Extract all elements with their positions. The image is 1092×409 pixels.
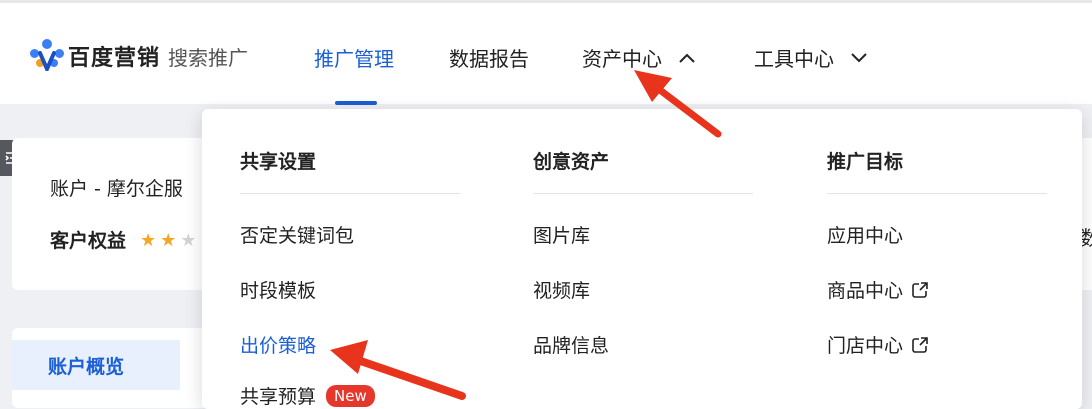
menu-item-image-library[interactable]: 图片库 bbox=[533, 221, 590, 248]
menu-item-negative-keyword-pack[interactable]: 否定关键词包 bbox=[240, 221, 354, 248]
menu-item-store-center[interactable]: 门店中心 bbox=[827, 331, 929, 358]
menu-item-label: 时段模板 bbox=[240, 280, 317, 302]
star-icon: ★ bbox=[140, 229, 157, 251]
menu-item-label: 共享预算 bbox=[240, 386, 317, 408]
nav-tool-center[interactable]: 工具中心 bbox=[754, 43, 868, 72]
baidu-marketing-logo[interactable]: 百度营销 搜索推广 bbox=[30, 39, 248, 73]
menu-item-bid-strategy[interactable]: 出价策略 bbox=[240, 331, 316, 358]
column-divider bbox=[240, 193, 460, 194]
menu-item-label: 出价策略 bbox=[240, 335, 317, 357]
external-link-icon bbox=[912, 336, 928, 353]
menu-item-time-template[interactable]: 时段模板 bbox=[240, 276, 316, 303]
column-title: 共享设置 bbox=[240, 151, 317, 173]
menu-item-label: 视频库 bbox=[533, 280, 591, 302]
star-icon: ★ bbox=[180, 229, 197, 251]
nav-asset-center[interactable]: 资产中心 bbox=[582, 43, 696, 72]
asset-center-dropdown: 共享设置 否定关键词包 时段模板 出价策略 共享预算 New 创意资产 图片库 … bbox=[202, 109, 1082, 409]
logo-text: 百度营销 bbox=[68, 46, 161, 71]
chevron-down-icon bbox=[851, 52, 867, 62]
star-icon: ★ bbox=[160, 229, 177, 251]
menu-item-label: 门店中心 bbox=[827, 335, 904, 357]
menu-item-label: 商品中心 bbox=[827, 280, 904, 302]
nav-label: 工具中心 bbox=[754, 47, 834, 71]
column-divider bbox=[827, 193, 1047, 194]
customer-rights-label: 客户权益 bbox=[50, 230, 127, 252]
chevron-up-icon bbox=[679, 53, 695, 63]
sidebar-item-account-overview[interactable]: 账户概览 bbox=[12, 340, 180, 390]
menu-item-video-library[interactable]: 视频库 bbox=[533, 276, 590, 303]
column-divider bbox=[533, 193, 753, 194]
menu-item-shared-budget[interactable]: 共享预算 New bbox=[240, 382, 375, 409]
column-title: 创意资产 bbox=[533, 151, 610, 173]
account-name: 账户 - 摩尔企服 bbox=[50, 178, 183, 200]
menu-item-app-center[interactable]: 应用中心 bbox=[827, 221, 903, 248]
nav-label: 数据报告 bbox=[449, 47, 529, 71]
nav-data-report[interactable]: 数据报告 bbox=[449, 43, 529, 72]
menu-item-product-center[interactable]: 商品中心 bbox=[827, 276, 929, 303]
active-nav-indicator bbox=[335, 101, 377, 105]
nav-promotion-management[interactable]: 推广管理 bbox=[314, 43, 394, 72]
menu-item-label: 否定关键词包 bbox=[240, 225, 355, 247]
menu-item-label: 品牌信息 bbox=[533, 335, 610, 357]
new-badge: New bbox=[326, 384, 375, 407]
nav-label: 推广管理 bbox=[314, 47, 394, 71]
rights-stars: ★ ★ ★ bbox=[136, 229, 196, 251]
top-navigation-bar: 百度营销 搜索推广 推广管理 数据报告 资产中心 工具中心 bbox=[0, 0, 1092, 105]
column-title: 推广目标 bbox=[827, 151, 904, 173]
external-link-icon bbox=[912, 281, 928, 298]
menu-item-label: 应用中心 bbox=[827, 225, 904, 247]
menu-item-brand-info[interactable]: 品牌信息 bbox=[533, 331, 609, 358]
sidebar-item-label: 账户概览 bbox=[48, 355, 125, 378]
product-name: 搜索推广 bbox=[168, 45, 249, 70]
logo-mark-icon bbox=[30, 39, 64, 73]
nav-label: 资产中心 bbox=[582, 47, 662, 71]
menu-item-label: 图片库 bbox=[533, 225, 591, 247]
customer-rights[interactable]: 客户权益 ★ ★ ★ bbox=[50, 226, 196, 253]
